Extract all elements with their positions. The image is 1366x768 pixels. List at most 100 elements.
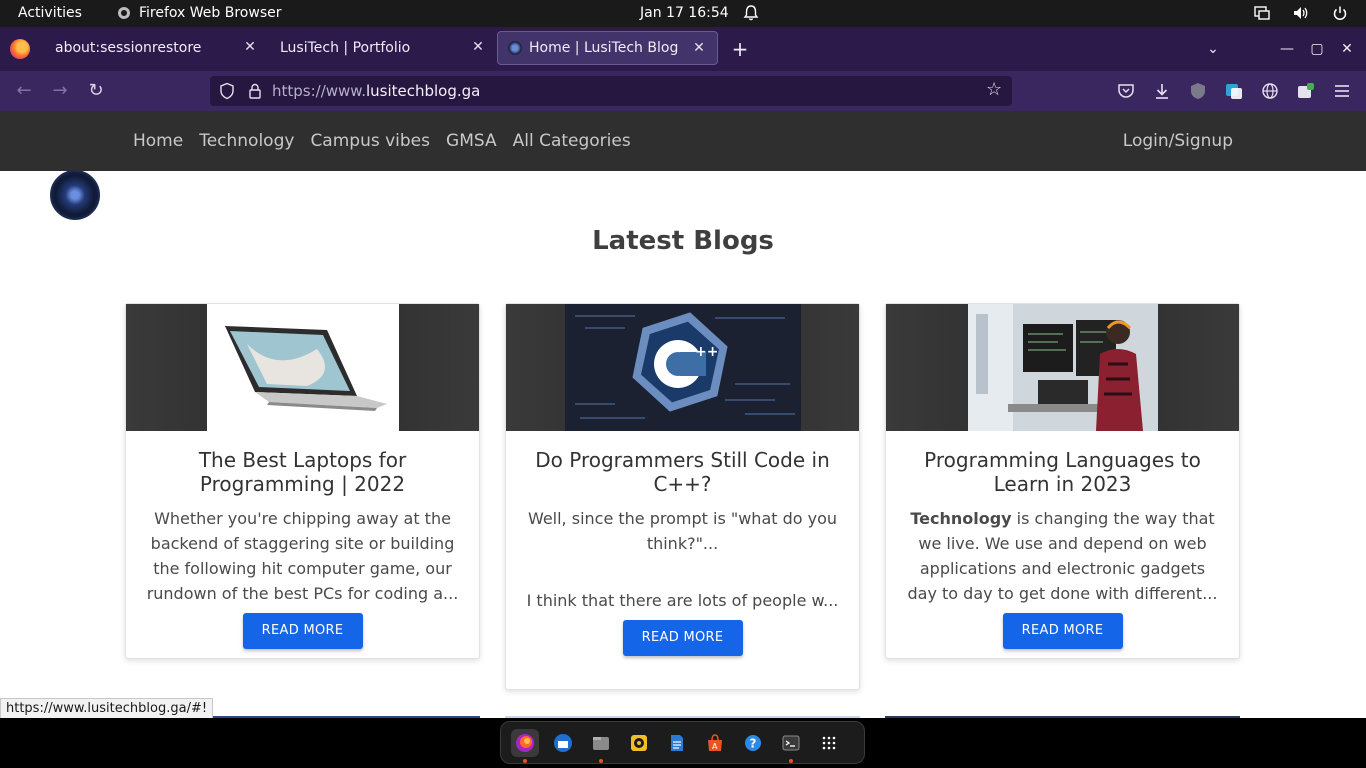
dock-files[interactable] (587, 729, 615, 763)
list-tabs-chevron-down-icon[interactable]: ⌄ (1202, 41, 1224, 57)
dock-terminal[interactable] (777, 729, 805, 763)
tab-portfolio[interactable]: LusiTech | Portfolio ✕ (268, 31, 496, 65)
dock-firefox[interactable] (511, 728, 539, 763)
system-top-bar: Activities Firefox Web Browser Jan 17 16… (0, 0, 1366, 27)
globe-icon[interactable] (1260, 81, 1280, 101)
firefox-view-icon[interactable] (10, 39, 30, 59)
screen-share-icon (1254, 6, 1270, 20)
nav-technology[interactable]: Technology (199, 131, 294, 151)
dock-rhythmbox[interactable] (625, 729, 653, 757)
cpp-logo-image: ++ (565, 304, 801, 431)
blog-card: The Best Laptops for Programming | 2022 … (125, 303, 480, 659)
minimize-button[interactable]: — (1276, 41, 1298, 57)
running-indicator (789, 758, 793, 763)
tab-blog-home[interactable]: Home | LusiTech Blog ✕ (497, 31, 718, 65)
card-excerpt-continued: I think that there are lots of people w.… (526, 591, 839, 610)
card-image[interactable]: ++ (506, 304, 859, 431)
tab-sessionrestore[interactable]: about:sessionrestore ✕ (42, 31, 268, 65)
close-icon[interactable]: ✕ (470, 39, 486, 55)
programmer-image (968, 304, 1158, 431)
app-name: Firefox Web Browser (139, 5, 282, 21)
svg-text:++: ++ (695, 344, 718, 360)
activities-button[interactable]: Activities (18, 5, 82, 21)
bell-icon (743, 5, 759, 21)
window-controls: ⌄ — ▢ ✕ (1202, 27, 1366, 71)
dock-thunderbird[interactable] (549, 729, 577, 757)
clock[interactable]: Jan 17 16:54 (640, 5, 729, 21)
terminal-icon (782, 735, 800, 750)
laptop-image (207, 304, 399, 431)
url-text: https://www.lusitechblog.ga (272, 82, 481, 100)
writer-icon (671, 734, 683, 751)
dock-software[interactable]: A (701, 729, 729, 757)
power-icon (1333, 6, 1347, 20)
site-nav-links: Home Technology Campus vibes GMSA All Ca… (133, 131, 631, 151)
extension-icon[interactable] (1296, 81, 1316, 101)
card-title[interactable]: Programming Languages to Learn in 2023 (904, 448, 1221, 496)
download-icon[interactable] (1152, 81, 1172, 101)
dock-help[interactable]: ? (739, 729, 767, 757)
section-title: Latest Blogs (592, 226, 774, 256)
rhythmbox-icon (631, 734, 647, 751)
read-more-button[interactable]: READ MORE (242, 613, 363, 649)
maximize-button[interactable]: ▢ (1306, 41, 1328, 57)
translate-icon[interactable] (1224, 81, 1244, 101)
site-favicon-icon (508, 41, 522, 55)
help-icon: ? (745, 734, 761, 751)
app-grid-icon (822, 736, 836, 749)
volume-icon (1294, 7, 1308, 19)
card-title[interactable]: Do Programmers Still Code in C++? (524, 448, 841, 496)
thunderbird-icon (554, 733, 572, 752)
site-navbar: Home Technology Campus vibes GMSA All Ca… (0, 111, 1366, 171)
nav-gmsa[interactable]: GMSA (446, 131, 497, 151)
close-icon[interactable]: ✕ (242, 39, 258, 55)
read-more-button[interactable]: READ MORE (1002, 613, 1123, 649)
shield-icon[interactable] (218, 82, 236, 100)
excerpt-bold: Technology (910, 509, 1012, 528)
dock-show-apps[interactable] (815, 729, 843, 757)
ublock-icon[interactable] (1188, 81, 1208, 101)
menu-icon[interactable] (1332, 81, 1352, 101)
pocket-icon[interactable] (1116, 81, 1136, 101)
app-menu[interactable]: Firefox Web Browser (117, 5, 282, 21)
blog-card: ++ Do Programmers Still Code in C++? Wel… (505, 303, 860, 690)
bookmark-star-icon[interactable]: ☆ (986, 81, 1004, 99)
close-icon[interactable]: ✕ (691, 40, 707, 56)
card-excerpt: Whether you're chipping away at the back… (146, 509, 459, 603)
files-icon (593, 736, 609, 750)
running-indicator (523, 758, 527, 763)
firefox-icon (118, 7, 130, 19)
svg-text:?: ? (750, 736, 757, 750)
tab-label: LusiTech | Portfolio (280, 40, 411, 56)
site-logo[interactable] (50, 170, 100, 220)
blog-card: Programming Languages to Learn in 2023 T… (885, 303, 1240, 659)
forward-button[interactable]: → (50, 81, 70, 101)
dock: A ? (500, 721, 865, 764)
card-excerpt: Technology is changing the way that we l… (904, 506, 1221, 606)
status-link-preview: https://www.lusitechblog.ga/#! (0, 698, 214, 720)
tab-label: about:sessionrestore (55, 40, 202, 56)
reload-button[interactable]: ↻ (86, 81, 106, 101)
card-image[interactable] (126, 304, 479, 431)
address-bar[interactable]: https://www.lusitechblog.ga ☆ (210, 76, 1012, 106)
navigation-toolbar: ← → ↻ https://www.lusitechblog.ga ☆ (0, 71, 1366, 111)
dock-writer[interactable] (663, 729, 691, 757)
nav-all-categories[interactable]: All Categories (513, 131, 631, 151)
login-signup-link[interactable]: Login/Signup (1123, 131, 1233, 151)
system-tray[interactable] (1254, 5, 1348, 21)
card-image[interactable] (886, 304, 1239, 431)
lock-icon[interactable] (246, 82, 264, 100)
tab-label: Home | LusiTech Blog (529, 40, 679, 56)
back-button[interactable]: ← (14, 81, 34, 101)
new-tab-button[interactable]: + (731, 39, 749, 59)
card-title[interactable]: The Best Laptops for Programming | 2022 (144, 448, 461, 496)
nav-campus-vibes[interactable]: Campus vibes (310, 131, 430, 151)
svg-text:A: A (712, 742, 718, 751)
running-indicator (599, 758, 603, 763)
nav-home[interactable]: Home (133, 131, 183, 151)
read-more-button[interactable]: READ MORE (622, 620, 743, 656)
software-icon: A (708, 733, 722, 751)
firefox-icon (516, 733, 534, 752)
close-window-button[interactable]: ✕ (1336, 41, 1358, 57)
card-excerpt: Well, since the prompt is "what do you t… (527, 509, 838, 553)
